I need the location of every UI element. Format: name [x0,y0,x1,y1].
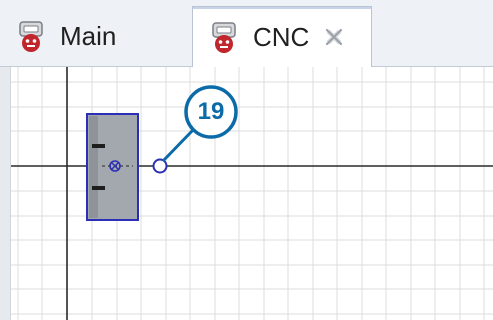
robot-head-icon [19,21,43,52]
robot-head-icon [212,22,236,53]
tab-main[interactable]: Main [0,6,192,66]
terminal-block[interactable] [86,113,139,221]
callout-leader-line [161,128,195,163]
tab-cnc[interactable]: CNC [192,6,372,67]
close-tab-icon[interactable] [323,26,345,48]
tab-bar: Main CNC [0,0,493,67]
canvas-left-edge [0,67,11,320]
diagram-canvas[interactable] [0,67,493,320]
active-tab-indicator [193,7,371,9]
grid-lines [0,67,493,320]
grid-canvas-svg [0,67,493,320]
tab-cnc-label: CNC [253,22,310,52]
callout-label: 19 [197,98,225,125]
tab-main-label: Main [60,21,117,51]
